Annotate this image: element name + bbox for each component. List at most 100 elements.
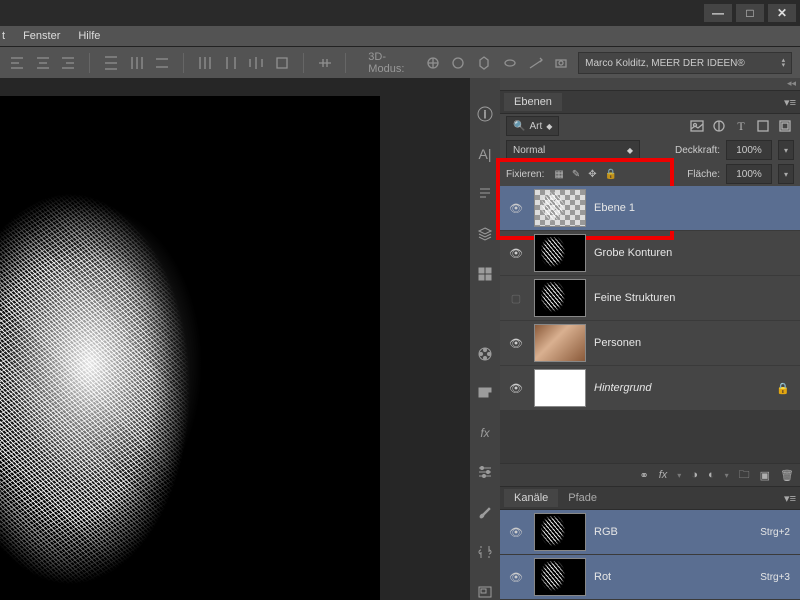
layer-name[interactable]: Feine Strukturen <box>594 292 675 304</box>
distribute-icon-8[interactable] <box>316 53 334 73</box>
3d-icon-1[interactable] <box>424 53 442 73</box>
brush-icon[interactable] <box>476 504 494 520</box>
styles-icon[interactable] <box>476 386 494 402</box>
layer-list: 👁 Ebene 1 👁 Grobe Konturen ▢ Feine Struk… <box>500 186 800 411</box>
distribute-icon-3[interactable] <box>153 53 171 73</box>
distribute-icon-4[interactable] <box>196 53 214 73</box>
3d-icon-6[interactable] <box>552 53 570 73</box>
user-dropdown[interactable]: Marco Kolditz, MEER DER IDEEN® ▴▾ <box>578 52 792 74</box>
maximize-button[interactable]: □ <box>736 4 764 22</box>
fill-label: Fläche: <box>687 169 720 180</box>
visibility-icon[interactable]: 👁 <box>506 337 526 350</box>
distribute-icon-5[interactable] <box>222 53 240 73</box>
paths-tab[interactable]: Pfade <box>558 489 607 507</box>
blend-mode-dropdown[interactable]: Normal◆ <box>506 140 640 160</box>
navigator-icon[interactable] <box>476 584 494 600</box>
delete-layer-icon[interactable]: 🗑 <box>780 469 794 482</box>
align-icon-2[interactable] <box>34 53 52 73</box>
layer-thumbnail[interactable] <box>534 324 586 362</box>
fill-stepper[interactable]: ▾ <box>778 164 794 184</box>
3d-icon-3[interactable] <box>475 53 493 73</box>
3d-icon-5[interactable] <box>527 53 545 73</box>
history-icon[interactable] <box>476 266 494 282</box>
menu-bar: t Fenster Hilfe <box>0 26 800 47</box>
close-button[interactable]: ✕ <box>768 4 796 22</box>
collapsed-panel-dock: i A| fx <box>470 78 501 600</box>
character-icon[interactable]: A| <box>476 146 494 162</box>
layers-panel-menu-icon[interactable]: ▾≡ <box>784 96 796 109</box>
layer-name[interactable]: Grobe Konturen <box>594 247 672 259</box>
opacity-stepper[interactable]: ▾ <box>778 140 794 160</box>
layer-thumbnail[interactable] <box>534 279 586 317</box>
new-layer-icon[interactable]: ▣ <box>760 469 770 482</box>
channel-thumbnail[interactable] <box>534 513 586 551</box>
channels-tab[interactable]: Kanäle <box>504 489 558 507</box>
channel-row-rgb[interactable]: 👁 RGB Strg+2 <box>500 510 800 555</box>
layer-fx-icon[interactable]: fx <box>659 469 668 481</box>
channels-panel-header: Kanäle Pfade ▾≡ <box>500 486 800 510</box>
menu-fenster[interactable]: Fenster <box>23 30 60 42</box>
layer-name[interactable]: Ebene 1 <box>594 202 635 214</box>
distribute-icon-6[interactable] <box>247 53 265 73</box>
mode-label: 3D-Modus: <box>368 51 416 75</box>
align-icon-3[interactable] <box>59 53 77 73</box>
filter-type-icon[interactable]: T <box>732 117 750 135</box>
visibility-icon[interactable]: 👁 <box>506 247 526 260</box>
canvas[interactable] <box>0 96 380 600</box>
filter-shape-icon[interactable] <box>754 117 772 135</box>
visibility-icon[interactable]: 👁 <box>506 382 526 395</box>
distribute-icon-7[interactable] <box>273 53 291 73</box>
options-bar: 3D-Modus: Marco Kolditz, MEER DER IDEEN®… <box>0 47 800 80</box>
align-icon-1[interactable] <box>8 53 26 73</box>
group-icon[interactable]: 🗀 <box>739 466 750 485</box>
3d-icon-4[interactable] <box>501 53 519 73</box>
layers-icon[interactable] <box>476 226 494 242</box>
link-layers-icon[interactable]: ⚭ <box>640 469 649 482</box>
opacity-label: Deckkraft: <box>675 145 720 156</box>
fill-field[interactable]: 100% <box>726 164 772 184</box>
layer-row-ebene1[interactable]: 👁 Ebene 1 <box>500 186 800 231</box>
layer-name[interactable]: Personen <box>594 337 641 349</box>
layer-thumbnail[interactable] <box>534 369 586 407</box>
opacity-field[interactable]: 100% <box>726 140 772 160</box>
channel-name: Rot <box>594 571 611 583</box>
info-icon[interactable]: i <box>476 106 494 122</box>
channel-thumbnail[interactable] <box>534 558 586 596</box>
fx-icon[interactable]: fx <box>476 426 494 440</box>
visibility-icon[interactable]: 👁 <box>506 526 526 539</box>
layer-buttons-row: ⚭ fx ▾ ◑ ◐ ▾ 🗀 ▣ 🗑 <box>500 463 800 486</box>
layer-thumbnail[interactable] <box>534 234 586 272</box>
swatches-icon[interactable] <box>476 346 494 362</box>
channel-row-rot[interactable]: 👁 Rot Strg+3 <box>500 555 800 600</box>
channel-shortcut: Strg+2 <box>760 527 790 538</box>
collapse-panels-icon[interactable]: ◂◂ <box>500 78 800 90</box>
menu-t[interactable]: t <box>2 30 5 42</box>
layer-name[interactable]: Hintergrund <box>594 382 651 394</box>
visibility-icon[interactable]: 👁 <box>506 202 526 215</box>
window-titlebar: — □ ✕ <box>0 0 800 26</box>
distribute-icon-2[interactable] <box>128 53 146 73</box>
distribute-icon-1[interactable] <box>102 53 120 73</box>
paragraph-icon[interactable] <box>476 186 494 202</box>
visibility-icon[interactable]: ▢ <box>506 292 526 305</box>
layer-row-grobe[interactable]: 👁 Grobe Konturen <box>500 231 800 276</box>
minimize-button[interactable]: — <box>704 4 732 22</box>
channel-list: 👁 RGB Strg+2 👁 Rot Strg+3 <box>500 510 800 600</box>
channels-panel-menu-icon[interactable]: ▾≡ <box>784 492 796 505</box>
layer-mask-icon[interactable]: ◑ <box>691 469 698 481</box>
layer-thumbnail[interactable] <box>534 189 586 227</box>
layer-kind-dropdown[interactable]: 🔍 Art ◆ <box>506 116 559 136</box>
layer-row-feine[interactable]: ▢ Feine Strukturen <box>500 276 800 321</box>
adjustments-icon[interactable] <box>476 464 494 480</box>
filter-image-icon[interactable] <box>688 117 706 135</box>
3d-icon-2[interactable] <box>450 53 468 73</box>
layers-tab[interactable]: Ebenen <box>504 93 562 111</box>
visibility-icon[interactable]: 👁 <box>506 571 526 584</box>
filter-adjust-icon[interactable] <box>710 117 728 135</box>
adjustment-layer-icon[interactable]: ◐ <box>708 469 715 481</box>
properties-icon[interactable] <box>476 544 494 560</box>
layer-row-personen[interactable]: 👁 Personen <box>500 321 800 366</box>
filter-smart-icon[interactable] <box>776 117 794 135</box>
layer-row-hintergrund[interactable]: 👁 Hintergrund 🔒 <box>500 366 800 411</box>
menu-hilfe[interactable]: Hilfe <box>78 30 100 42</box>
